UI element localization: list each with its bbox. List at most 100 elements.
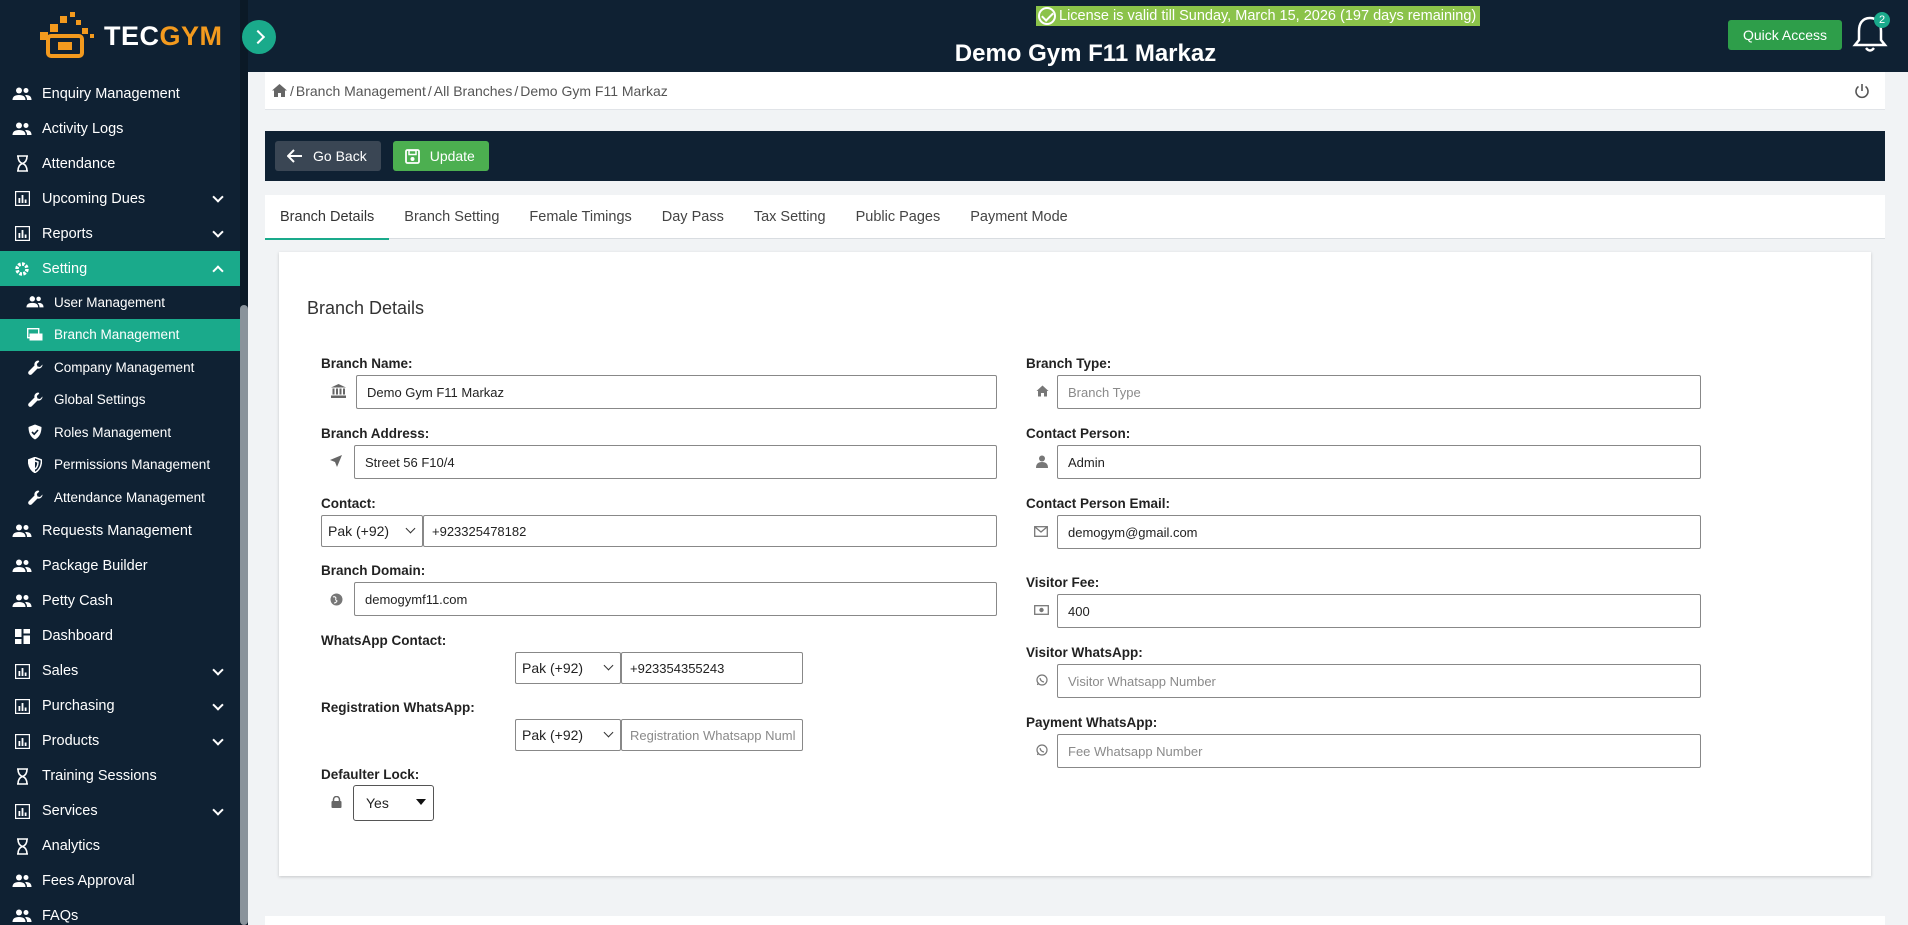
license-banner: License is valid till Sunday, March 15, … xyxy=(1036,6,1481,26)
arrow-left-icon xyxy=(287,149,303,163)
tab-female-timings[interactable]: Female Timings xyxy=(514,195,646,239)
home-icon[interactable] xyxy=(271,83,288,98)
whatsapp-contact-label: WhatsApp Contact: xyxy=(321,633,447,648)
defaulter-lock-select[interactable]: Yes xyxy=(353,785,434,821)
sidebar-item-attendance[interactable]: Attendance xyxy=(0,146,240,181)
logo-text-tec: TEC xyxy=(104,20,160,51)
tab-branch-setting[interactable]: Branch Setting xyxy=(389,195,514,239)
bar-chart-icon xyxy=(12,801,32,821)
sidebar-item-products[interactable]: Products xyxy=(0,724,240,759)
sidebar-item-purchasing[interactable]: Purchasing xyxy=(0,689,240,724)
branch-domain-input[interactable]: demogymf11.com xyxy=(354,582,997,616)
sidebar-item-label: Training Sessions xyxy=(42,768,157,784)
sidebar-subitem-label: Attendance Management xyxy=(54,489,205,505)
contact-person-email-input[interactable]: demogym@gmail.com xyxy=(1057,515,1701,549)
visitor-whatsapp-input[interactable]: Visitor Whatsapp Number xyxy=(1057,664,1701,698)
branch-address-label: Branch Address: xyxy=(321,426,430,441)
branch-type-input[interactable]: Branch Type xyxy=(1057,375,1701,409)
breadcrumb-item-branch-management[interactable]: Branch Management xyxy=(296,83,426,99)
sidebar-subitem-label: Roles Management xyxy=(54,424,172,440)
sidebar-item-package-builder[interactable]: Package Builder xyxy=(0,549,240,584)
contact-person-input[interactable]: Admin xyxy=(1057,445,1701,479)
whatsapp-contact-input[interactable]: +923354355243 xyxy=(621,652,803,684)
tab-tax-setting[interactable]: Tax Setting xyxy=(739,195,841,239)
sidebar-item-setting[interactable]: Setting xyxy=(0,251,240,286)
sidebar-item-analytics[interactable]: Analytics xyxy=(0,829,240,864)
sidebar-item-dashboard[interactable]: Dashboard xyxy=(0,619,240,654)
tab-day-pass[interactable]: Day Pass xyxy=(647,195,739,239)
contact-country-select[interactable]: Pak (+92) xyxy=(321,515,423,547)
sidebar-item-label: Upcoming Dues xyxy=(42,190,146,207)
sidebar-subitem-global-settings[interactable]: Global Settings xyxy=(0,384,240,417)
sidebar-item-label: Services xyxy=(42,803,98,819)
sidebar-subitem-company-management[interactable]: Company Management xyxy=(0,351,240,384)
sidebar-subitem-user-management[interactable]: User Management xyxy=(0,286,240,319)
visitor-whatsapp-label: Visitor WhatsApp: xyxy=(1026,645,1143,660)
sidebar-subitem-label: Company Management xyxy=(54,359,195,375)
tab-branch-details[interactable]: Branch Details xyxy=(265,195,390,240)
sidebar-item-upcoming-dues[interactable]: Upcoming Dues xyxy=(0,181,240,216)
sidebar-item-requests-management[interactable]: Requests Management xyxy=(0,514,240,549)
tecgym-logo[interactable]: TECGYM xyxy=(34,8,223,64)
sidebar-scrollbar-thumb[interactable] xyxy=(240,305,248,925)
chevron-down-icon xyxy=(212,803,224,816)
branch-name-label: Branch Name: xyxy=(321,356,413,371)
sidebar-item-sales[interactable]: Sales xyxy=(0,654,240,689)
sidebar-subitem-roles-management[interactable]: Roles Management xyxy=(0,416,240,449)
registration-country-select[interactable]: Pak (+92) xyxy=(515,719,621,751)
tab-public-pages[interactable]: Public Pages xyxy=(841,195,956,239)
visitor-fee-label: Visitor Fee: xyxy=(1026,575,1100,590)
hourglass-icon xyxy=(12,836,32,856)
contact-input[interactable]: +923325478182 xyxy=(423,515,997,547)
quick-access-button[interactable]: Quick Access xyxy=(1728,20,1842,50)
logo-mark-icon xyxy=(40,12,94,58)
sidebar-item-services[interactable]: Services xyxy=(0,794,240,829)
sidebar-subitem-permissions-management[interactable]: Permissions Management xyxy=(0,449,240,482)
whatsapp-icon xyxy=(1034,672,1050,688)
power-icon[interactable] xyxy=(1853,82,1871,100)
check-circle-icon xyxy=(1038,7,1056,25)
breadcrumb-item-all-branches[interactable]: All Branches xyxy=(434,83,513,99)
money-bill-icon xyxy=(1033,602,1049,618)
whatsapp-country-select[interactable]: Pak (+92) xyxy=(515,652,621,684)
whatsapp-country-value: Pak (+92) xyxy=(522,660,584,676)
contact-label: Contact: xyxy=(321,496,376,511)
whatsapp-icon xyxy=(1034,742,1050,758)
sidebar-toggle-button[interactable] xyxy=(242,20,276,54)
payment-whatsapp-input[interactable]: Fee Whatsapp Number xyxy=(1057,734,1701,768)
sidebar-item-fees-approval[interactable]: Fees Approval xyxy=(0,864,240,899)
update-label: Update xyxy=(429,148,475,164)
contact-country-value: Pak (+92) xyxy=(328,523,390,539)
visitor-fee-input[interactable]: 400 xyxy=(1057,594,1701,628)
sidebar-item-label: Fees Approval xyxy=(42,873,135,889)
next-card-edge xyxy=(265,916,1885,925)
sidebar-item-faqs[interactable]: FAQs xyxy=(0,899,240,925)
branch-address-input[interactable]: Street 56 F10/4 xyxy=(354,445,997,479)
tab-payment-mode[interactable]: Payment Mode xyxy=(955,195,1083,239)
home-icon xyxy=(1034,383,1050,399)
branch-name-input[interactable]: Demo Gym F11 Markaz xyxy=(356,375,997,409)
section-title: Branch Details xyxy=(307,298,425,318)
sidebar-item-label: Activity Logs xyxy=(42,120,124,137)
sidebar-item-training-sessions[interactable]: Training Sessions xyxy=(0,759,240,794)
users-icon xyxy=(12,871,32,891)
sidebar-subitem-branch-management[interactable]: Branch Management xyxy=(0,318,240,351)
sidebar-nav: Enquiry Management Activity Logs Attendanc… xyxy=(0,76,240,925)
tab-bar: Branch Details Branch Setting Female Timin… xyxy=(265,195,1885,240)
sidebar-item-enquiry-management[interactable]: Enquiry Management xyxy=(0,76,240,111)
registration-whatsapp-input[interactable]: Registration Whatsapp Numl xyxy=(621,719,803,751)
sidebar-item-reports[interactable]: Reports xyxy=(0,216,240,251)
sidebar-item-label: Analytics xyxy=(42,838,101,854)
sidebar-item-petty-cash[interactable]: Petty Cash xyxy=(0,584,240,619)
users-icon xyxy=(12,119,32,139)
sidebar-item-label: FAQs xyxy=(42,908,79,924)
bar-chart-icon xyxy=(12,731,32,751)
go-back-button[interactable]: Go Back xyxy=(275,141,381,171)
users-icon xyxy=(12,906,32,925)
gear-icon xyxy=(12,259,32,279)
lock-icon xyxy=(328,794,344,810)
sidebar-item-activity-logs[interactable]: Activity Logs xyxy=(0,111,240,146)
sidebar-item-label: Reports xyxy=(42,225,93,242)
sidebar-subitem-attendance-management[interactable]: Attendance Management xyxy=(0,481,240,514)
update-button[interactable]: Update xyxy=(392,141,489,171)
